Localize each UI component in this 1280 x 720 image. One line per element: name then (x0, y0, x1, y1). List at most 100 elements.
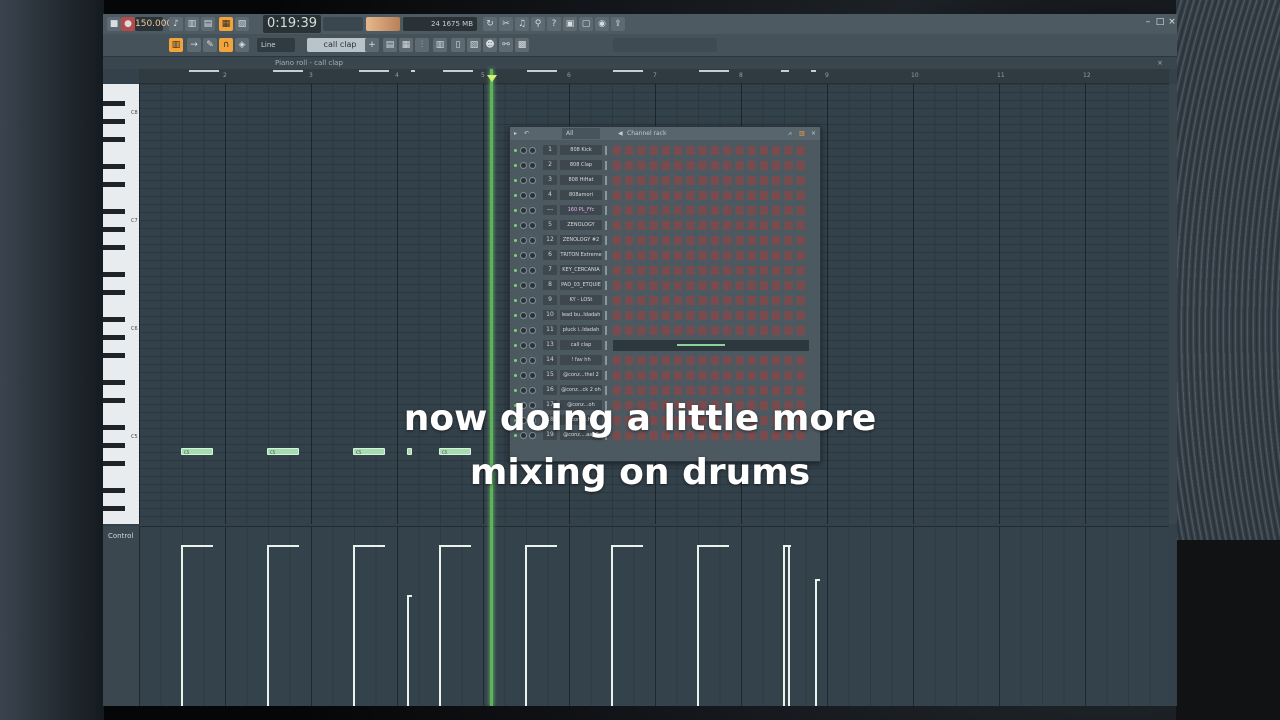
wait-icon[interactable]: ▥ (185, 17, 199, 31)
event-editor-label[interactable]: Control (108, 532, 133, 540)
pan-knob[interactable] (529, 147, 536, 154)
rack-graph-icon[interactable]: ⩘ (788, 127, 791, 140)
channel-row[interactable]: 9 KY - LOSt (510, 294, 820, 307)
velocity-bar[interactable] (788, 547, 790, 706)
minimize-icon[interactable]: – (1143, 17, 1153, 27)
black-key[interactable] (103, 119, 125, 124)
channel-row[interactable]: 7 KEY_CERCANIA (510, 264, 820, 277)
channel-name-button[interactable]: call clap (560, 340, 602, 350)
channel-led[interactable] (514, 254, 517, 257)
mixer-icon[interactable]: ▣ (563, 17, 577, 31)
velocity-bar[interactable] (525, 547, 527, 706)
channel-row[interactable]: 12 ZENOLOGY #2 (510, 234, 820, 247)
velocity-bar[interactable] (815, 581, 817, 706)
channel-select[interactable] (605, 341, 607, 350)
refresh-icon[interactable]: ↻ (483, 17, 497, 31)
channel-row[interactable]: 13 call clap (510, 339, 820, 352)
step-sequencer[interactable] (613, 236, 809, 245)
add-pattern-icon[interactable]: + (365, 38, 379, 52)
step-sequencer[interactable] (613, 356, 809, 365)
pan-knob[interactable] (529, 252, 536, 259)
people-icon[interactable]: ☻ (483, 38, 497, 52)
plugin-icon[interactable]: ◉ (595, 17, 609, 31)
playhead[interactable] (490, 69, 493, 706)
black-key[interactable] (103, 272, 125, 277)
export-icon[interactable]: ⇪ (611, 17, 625, 31)
mixer-track-number[interactable]: 2 (543, 160, 557, 170)
pattern-selector[interactable]: call clap (307, 38, 373, 52)
channel-name-button[interactable]: 808 HiHat (560, 175, 602, 185)
channel-select[interactable] (605, 206, 607, 215)
black-key[interactable] (103, 290, 125, 295)
volume-knob[interactable] (520, 267, 527, 274)
mixer-track-number[interactable]: 5 (543, 220, 557, 230)
channel-led[interactable] (514, 194, 517, 197)
channel-name-button[interactable]: @conz...thel 2 (560, 370, 602, 380)
timeline-ruler[interactable]: 2 3 4 5 6 7 8 9 10 11 12 (139, 69, 1169, 84)
channel-name-button[interactable]: KY - LOSt (560, 295, 602, 305)
pan-knob[interactable] (529, 357, 536, 364)
midi-icon[interactable]: ⚲ (531, 17, 545, 31)
channel-led[interactable] (514, 209, 517, 212)
mixer-track-number[interactable]: 8 (543, 280, 557, 290)
channel-rack-icon[interactable]: ▦ (399, 38, 413, 52)
mixer-track-number[interactable]: 9 (543, 295, 557, 305)
velocity-bar[interactable] (439, 547, 441, 706)
rack-filter[interactable]: All (562, 128, 600, 139)
black-key[interactable] (103, 317, 125, 322)
volume-knob[interactable] (520, 282, 527, 289)
channel-select[interactable] (605, 311, 607, 320)
channel-row[interactable]: 10 lead bu..ldadah (510, 309, 820, 322)
volume-knob[interactable] (520, 207, 527, 214)
channel-name-button[interactable]: PAD_03_ETQUIE (560, 280, 602, 290)
channel-select[interactable] (605, 236, 607, 245)
velocity-bar[interactable] (783, 547, 785, 706)
pan-knob[interactable] (529, 372, 536, 379)
channel-led[interactable] (514, 359, 517, 362)
mixer-track-number[interactable]: 7 (543, 265, 557, 275)
channel-led[interactable] (514, 344, 517, 347)
pan-knob[interactable] (529, 282, 536, 289)
volume-knob[interactable] (520, 372, 527, 379)
step-sequencer[interactable] (613, 221, 809, 230)
pan-knob[interactable] (529, 267, 536, 274)
pr-close-icon[interactable]: × (1157, 57, 1163, 69)
black-key[interactable] (103, 182, 125, 187)
channel-led[interactable] (514, 179, 517, 182)
channel-led[interactable] (514, 374, 517, 377)
black-key[interactable] (103, 209, 125, 214)
magnet-icon[interactable]: ∩ (219, 38, 233, 52)
channel-name-button[interactable]: 160 PL_Ffc (560, 205, 602, 215)
channel-led[interactable] (514, 149, 517, 152)
browser-toolbar-icon[interactable]: ▨ (467, 38, 481, 52)
step-sequencer[interactable] (613, 311, 809, 320)
countdown-icon[interactable]: ▤ (201, 17, 215, 31)
velocity-bar[interactable] (181, 547, 183, 706)
channel-led[interactable] (514, 314, 517, 317)
channel-select[interactable] (605, 326, 607, 335)
channel-row[interactable]: 14! fav hh (510, 354, 820, 367)
master-volume[interactable] (366, 17, 400, 31)
channel-led[interactable] (514, 284, 517, 287)
channel-row[interactable]: 11 pluck i..ldadah (510, 324, 820, 337)
store-icon[interactable]: ▩ (515, 38, 529, 52)
channel-select[interactable] (605, 176, 607, 185)
step-sequencer[interactable] (613, 161, 809, 170)
black-key[interactable] (103, 101, 125, 106)
pan-knob[interactable] (529, 192, 536, 199)
velocity-bar[interactable] (353, 547, 355, 706)
menu-icon[interactable]: ■ (107, 17, 121, 31)
piano-roll-preview[interactable] (613, 340, 809, 351)
volume-knob[interactable] (520, 342, 527, 349)
black-key[interactable] (103, 164, 125, 169)
pan-knob[interactable] (529, 327, 536, 334)
snap-dropdown[interactable]: Line (257, 38, 295, 52)
channel-select[interactable] (605, 146, 607, 155)
channel-name-button[interactable]: 808amori (560, 190, 602, 200)
channel-row[interactable]: 3 808 HiHat (510, 174, 820, 187)
step-sequencer[interactable] (613, 146, 809, 155)
mic-icon[interactable]: ♫ (515, 17, 529, 31)
channel-select[interactable] (605, 221, 607, 230)
event-editor[interactable] (139, 526, 1169, 706)
black-key[interactable] (103, 353, 125, 358)
